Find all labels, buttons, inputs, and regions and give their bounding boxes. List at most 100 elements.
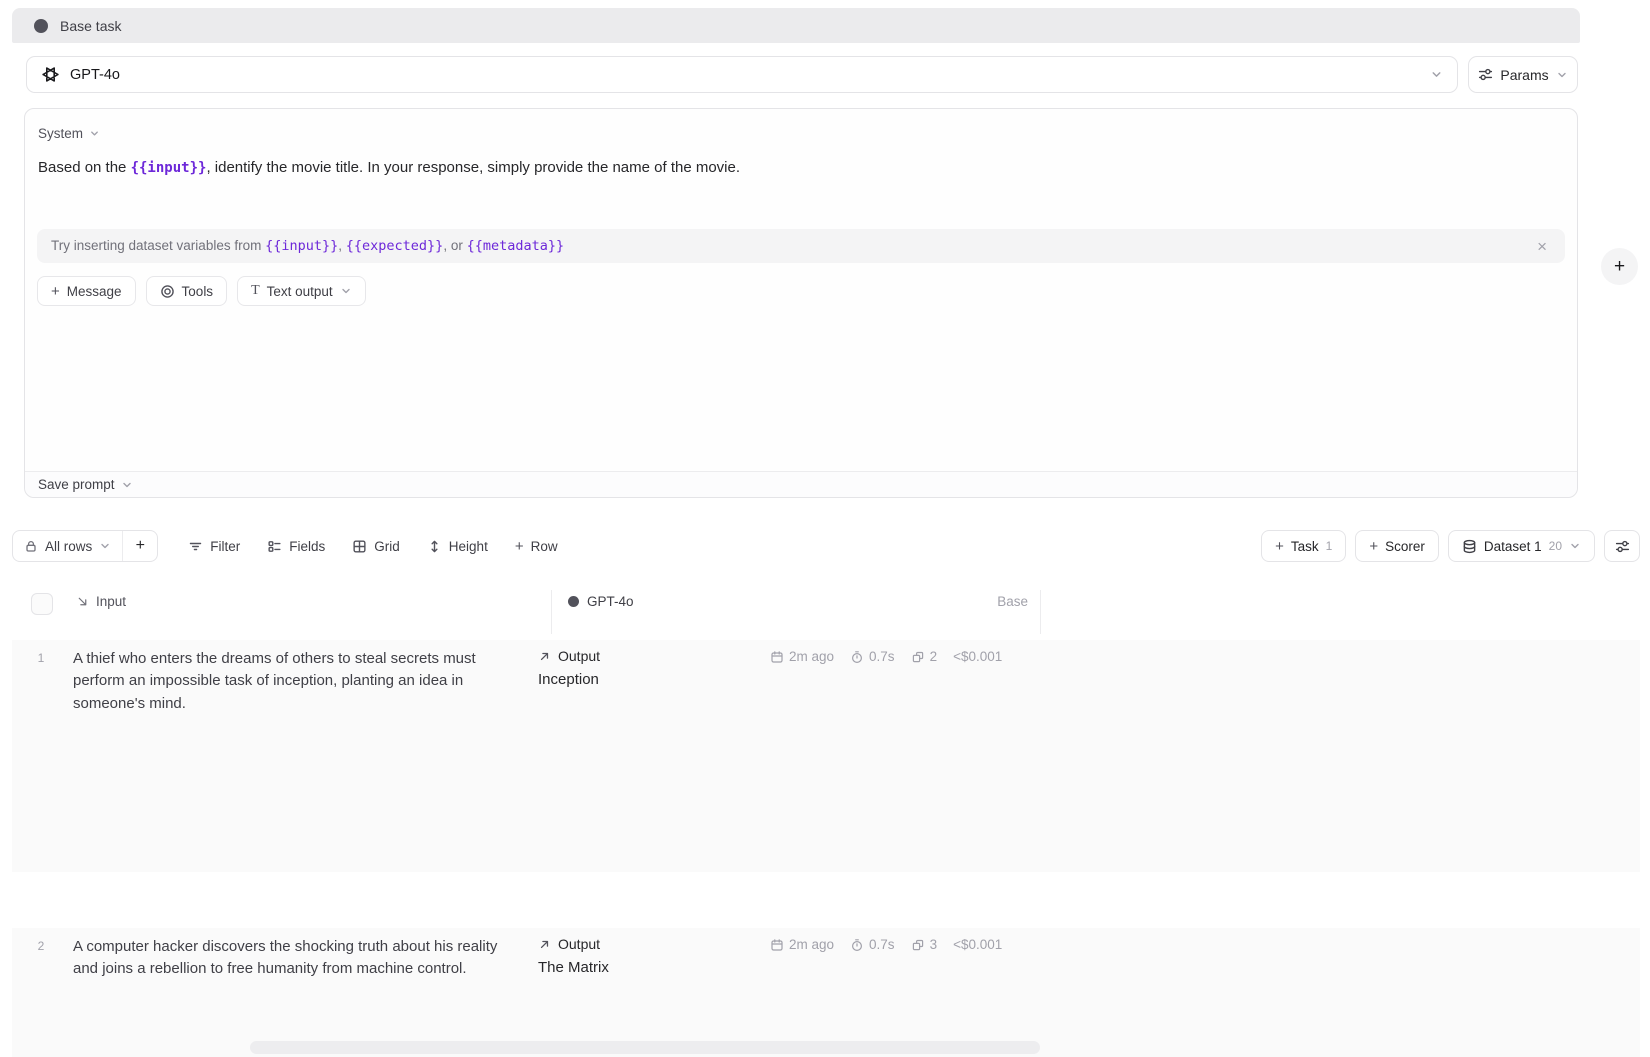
dataset-label: Dataset 1 (1484, 539, 1542, 554)
input-column-label: Input (96, 594, 126, 609)
select-all-checkbox[interactable] (31, 593, 53, 615)
task-tab-title: Base task (60, 18, 121, 34)
output-value: The Matrix (538, 957, 609, 979)
arrow-up-right-icon (538, 938, 551, 951)
params-label: Params (1500, 67, 1548, 83)
row-metadata: 2m ago 0.7s 3 <$0.001 (770, 937, 1002, 952)
row-height-button[interactable]: Height (416, 530, 499, 562)
prompt-variable-input: {{input}} (131, 160, 207, 176)
grid-settings-button[interactable] (1604, 530, 1640, 562)
prompt-editor-panel: System Based on the {{input}}, identify … (24, 108, 1578, 498)
calendar-icon (770, 650, 784, 664)
add-task-column-button[interactable]: + Task 1 (1261, 530, 1346, 562)
base-variant-label: Base (942, 594, 1028, 609)
row-metadata: 2m ago 0.7s 2 <$0.001 (770, 649, 1002, 664)
system-prompt-text[interactable]: Based on the {{input}}, identify the mov… (38, 157, 1557, 179)
playground-screen: Base task GPT-4o Params System Based on … (0, 0, 1650, 1057)
latency: 0.7s (850, 937, 895, 952)
row-output-cell[interactable]: Output Inception (538, 648, 600, 691)
tokens-icon (911, 938, 925, 952)
tools-button[interactable]: Tools (146, 276, 228, 306)
hint-prefix: Try inserting dataset variables from (51, 238, 265, 253)
row-input-cell[interactable]: A computer hacker discovers the shocking… (73, 936, 521, 981)
text-output-button[interactable]: T Text output (237, 276, 366, 306)
column-header-model[interactable]: GPT-4o (568, 594, 634, 609)
prompt-text-prefix: Based on the (38, 159, 131, 176)
chevron-down-icon (1569, 540, 1581, 552)
table-row[interactable]: 1 A thief who enters the dreams of other… (12, 640, 1640, 872)
row-label: Row (531, 539, 558, 554)
all-rows-label: All rows (45, 539, 92, 554)
text-icon: T (251, 283, 260, 299)
chevron-down-icon (89, 128, 100, 139)
grid-header-row: Input GPT-4o Base (12, 588, 1640, 636)
timestamp: 2m ago (770, 937, 834, 952)
hint-separator: , or (443, 238, 466, 253)
add-message-button[interactable]: + Message (37, 276, 136, 306)
prompt-actions: + Message Tools T Text output (37, 276, 366, 306)
dataset-selector-button[interactable]: Dataset 1 20 (1448, 530, 1595, 562)
token-count: 2 (911, 649, 938, 664)
message-role-selector[interactable]: System (38, 126, 100, 141)
model-selector[interactable]: GPT-4o (26, 56, 1458, 93)
dataset-count-badge: 20 (1549, 539, 1562, 553)
grid-toolbar-right: + Task 1 + Scorer Dataset 1 20 (1261, 530, 1640, 562)
time-value: 2m ago (789, 649, 834, 664)
add-view-button[interactable]: + (123, 531, 157, 561)
row-number: 2 (30, 939, 52, 953)
fields-button[interactable]: Fields (256, 530, 336, 562)
message-role-label: System (38, 126, 83, 141)
horizontal-scrollbar[interactable] (250, 1041, 1040, 1054)
task-status-dot-icon (34, 19, 48, 33)
add-task-button[interactable]: + (1601, 248, 1638, 285)
close-icon[interactable]: × (1533, 236, 1551, 257)
table-row[interactable]: 2 A computer hacker discovers the shocki… (12, 928, 1640, 1057)
output-label: Output (558, 936, 600, 952)
row-input-cell[interactable]: A thief who enters the dreams of others … (73, 648, 521, 715)
lock-icon (24, 539, 38, 553)
database-icon (1462, 539, 1477, 554)
filter-button[interactable]: Filter (177, 530, 251, 562)
tokens-value: 3 (930, 937, 938, 952)
tools-target-icon (160, 284, 175, 299)
chevron-down-icon (1430, 68, 1443, 81)
hint-text: Try inserting dataset variables from {{i… (51, 238, 564, 254)
tools-label: Tools (182, 284, 214, 299)
latency-value: 0.7s (869, 649, 895, 664)
column-divider (551, 590, 552, 634)
stopwatch-icon (850, 938, 864, 952)
chevron-down-icon (1556, 69, 1568, 81)
all-rows-dropdown[interactable]: All rows (13, 531, 122, 561)
latency-value: 0.7s (869, 937, 895, 952)
fields-label: Fields (289, 539, 325, 554)
save-prompt-button[interactable]: Save prompt (38, 477, 133, 492)
cost-value: <$0.001 (953, 649, 1002, 664)
add-scorer-button[interactable]: + Scorer (1355, 530, 1439, 562)
scorer-label: Scorer (1385, 539, 1425, 554)
model-column-label: GPT-4o (587, 594, 634, 609)
filter-label: Filter (210, 539, 240, 554)
fields-icon (267, 539, 282, 554)
plus-icon: + (1369, 539, 1378, 554)
plus-icon: + (1275, 539, 1284, 554)
grid-view-button[interactable]: Grid (341, 530, 411, 562)
row-output-cell[interactable]: Output The Matrix (538, 936, 609, 979)
time-value: 2m ago (789, 937, 834, 952)
task-count-badge: 1 (1326, 539, 1333, 553)
task-label: Task (1291, 539, 1319, 554)
tokens-value: 2 (930, 649, 938, 664)
column-header-input[interactable]: Input (76, 594, 126, 609)
cost: <$0.001 (953, 937, 1002, 952)
add-message-label: Message (67, 284, 122, 299)
token-count: 3 (911, 937, 938, 952)
column-divider (1040, 590, 1041, 634)
add-row-button[interactable]: + Row (504, 530, 569, 562)
params-button[interactable]: Params (1468, 56, 1578, 93)
hint-separator: , (338, 238, 346, 253)
sliders-icon (1615, 539, 1630, 554)
sliders-icon (1478, 67, 1493, 82)
hint-variable-metadata: {{metadata}} (467, 238, 565, 254)
height-label: Height (449, 539, 488, 554)
task-tab-header[interactable]: Base task (12, 8, 1580, 43)
hint-variable-input: {{input}} (265, 238, 338, 254)
